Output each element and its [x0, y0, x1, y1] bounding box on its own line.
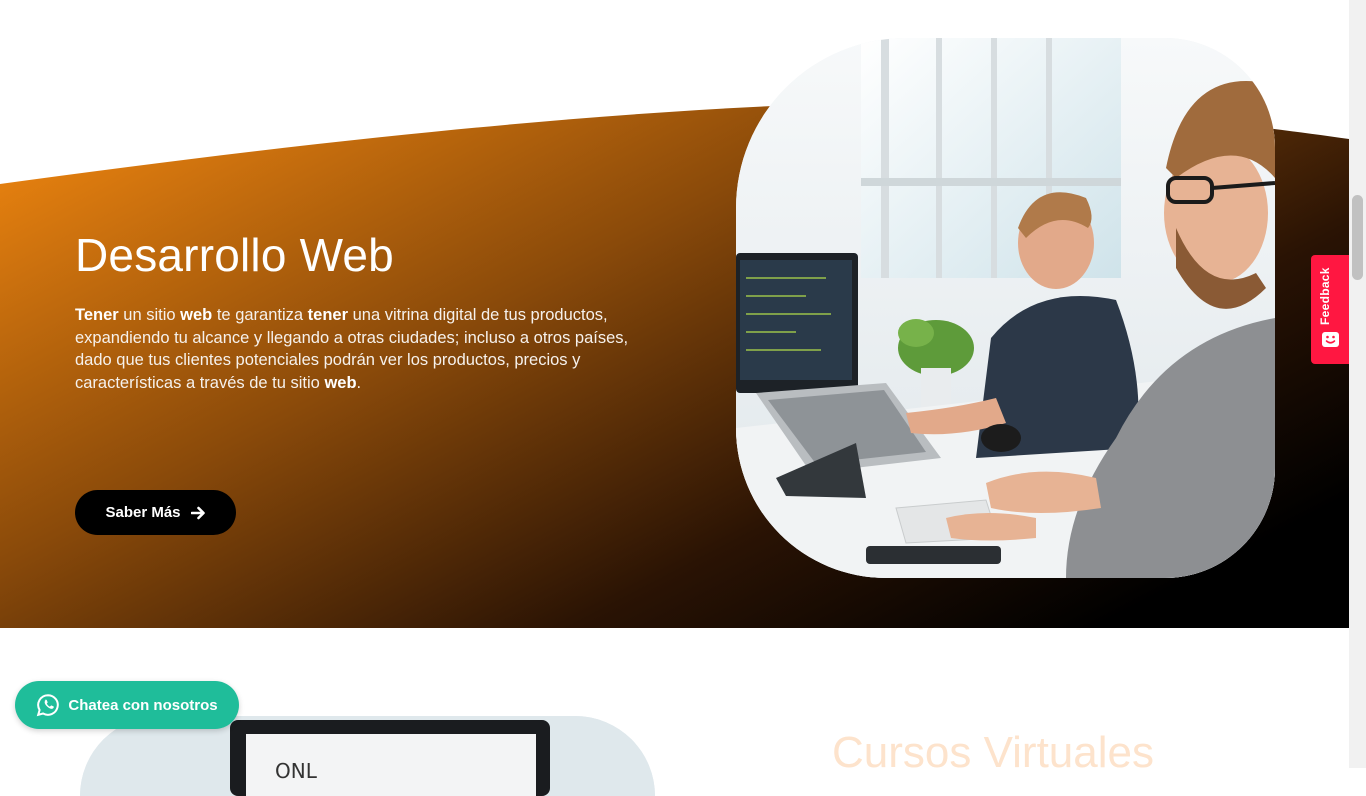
svg-text:ONL: ONL — [275, 759, 318, 783]
hero-title: Desarrollo Web — [75, 229, 394, 281]
whatsapp-chat-label: Chatea con nosotros — [68, 696, 218, 714]
feedback-tab[interactable]: Feedback — [1311, 255, 1349, 364]
hero-description: Tener un sitio web te garantiza tener un… — [75, 306, 629, 392]
whatsapp-chat-button[interactable]: Chatea con nosotros — [15, 681, 239, 729]
smiley-icon — [1322, 332, 1339, 347]
saber-mas-button[interactable]: Saber Más — [75, 490, 236, 535]
page-scrollbar-track[interactable] — [1349, 0, 1366, 768]
page-scrollbar-thumb[interactable] — [1352, 195, 1363, 280]
whatsapp-icon — [37, 694, 60, 717]
feedback-label: Feedback — [1318, 267, 1332, 325]
office-developers-photo — [736, 38, 1275, 578]
cursos-virtuales-heading: Cursos Virtuales — [832, 728, 1154, 777]
hero-section: Desarrollo Web Tener un sitio web te gar… — [0, 0, 1349, 628]
saber-mas-label: Saber Más — [105, 504, 181, 521]
arrow-right-icon — [190, 506, 205, 519]
